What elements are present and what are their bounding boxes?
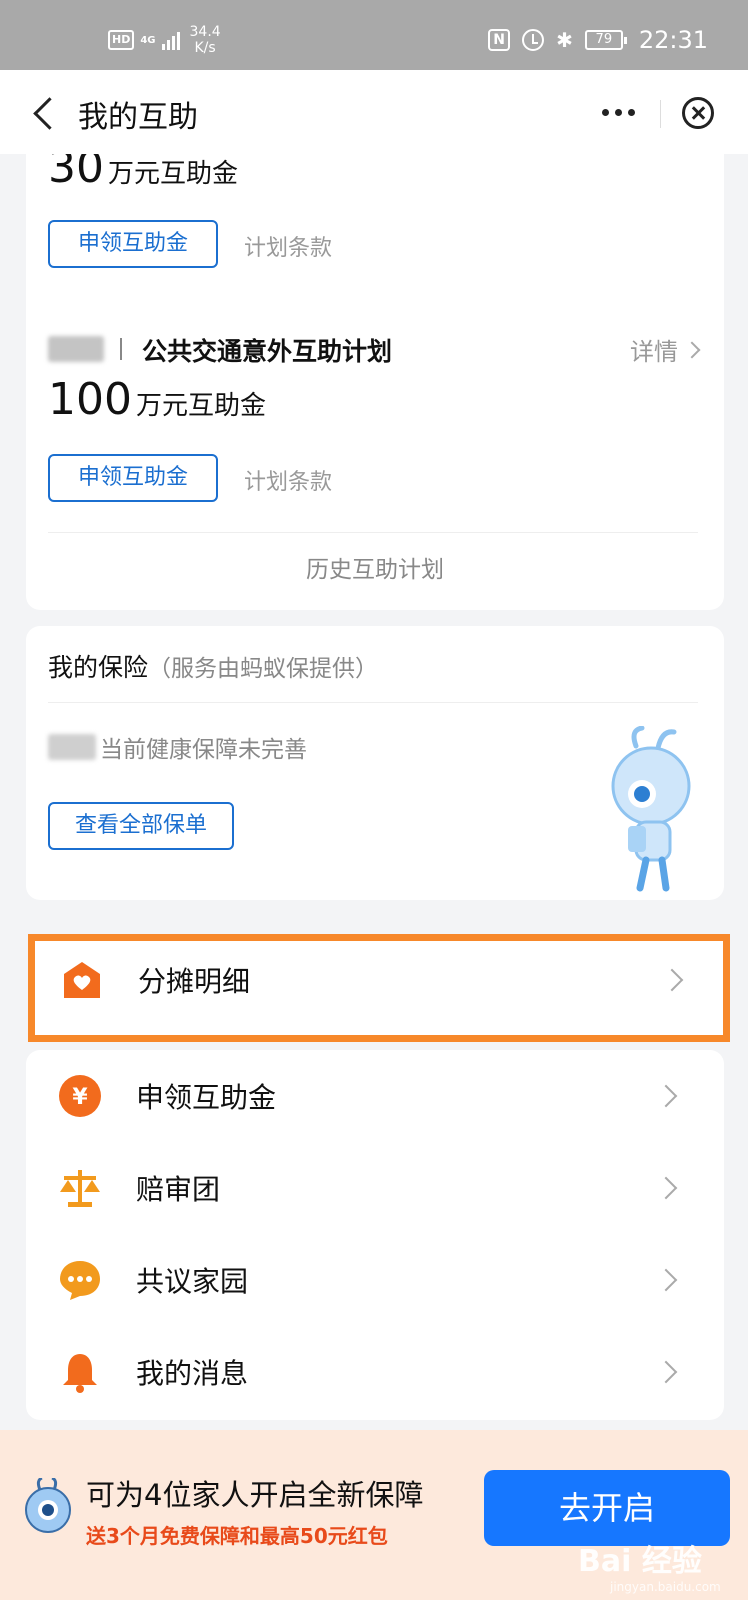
divider: [48, 532, 698, 533]
open-protection-button[interactable]: 去开启: [484, 1470, 730, 1546]
nfc-icon: N: [488, 29, 511, 51]
menu-item-jury[interactable]: 赔审团: [26, 1142, 724, 1234]
plan-terms-link[interactable]: 计划条款: [244, 464, 332, 496]
plan-amount-value: 100: [48, 374, 132, 425]
plan-amount-unit: 万元互助金: [108, 159, 239, 189]
history-plans-link[interactable]: 历史互助计划: [26, 550, 724, 584]
detail-label: 详情: [630, 338, 678, 366]
signal-icon: [161, 30, 180, 50]
baidu-watermark: Bai 经验: [578, 1544, 702, 1579]
plan-terms-link[interactable]: 计划条款: [244, 230, 332, 262]
watermark-url: jingyan.baidu.com: [610, 1580, 721, 1594]
house-heart-icon: [64, 962, 100, 998]
status-right: N ✱ 79 22:31: [488, 26, 708, 54]
blurred-name: [48, 734, 96, 760]
insurance-subtitle: （服务由蚂蚁保提供）: [148, 656, 379, 682]
page-title: 我的互助: [78, 100, 198, 135]
menu-item-share-details[interactable]: 分摊明细: [28, 934, 730, 1042]
menu-list: ¥ 申领互助金 赔审团 共议家园 我的消息: [26, 1050, 724, 1420]
banner-subtext: 送3个月免费保障和最高50元红包: [86, 1524, 388, 1548]
promo-banner: 可为4位家人开启全新保障 送3个月免费保障和最高50元红包 去开启 Bai 经验…: [0, 1430, 748, 1600]
scale-icon: [60, 1170, 100, 1207]
claim-button[interactable]: 申领互助金: [48, 220, 218, 268]
banner-headline: 可为4位家人开启全新保障: [86, 1478, 424, 1512]
bluetooth-icon: ✱: [556, 28, 573, 52]
divider: [48, 702, 698, 703]
speed-unit: K/s: [194, 40, 216, 56]
plan-amount: 100 万元互助金: [48, 374, 266, 425]
chevron-right-icon: [683, 341, 701, 358]
chevron-right-icon: [660, 968, 684, 992]
chevron-right-icon: [654, 1084, 678, 1108]
ant-mascot-icon: [611, 726, 691, 892]
chevron-right-icon: [654, 1268, 678, 1292]
bell-icon: [63, 1354, 97, 1393]
yen-coin-icon: ¥: [59, 1075, 101, 1117]
plan-name: 公共交通意外互助计划: [142, 337, 393, 366]
menu-label: 共议家园: [136, 1265, 249, 1298]
close-icon[interactable]: [682, 97, 714, 129]
plan-detail-link[interactable]: 详情: [630, 332, 701, 367]
view-all-policies-button[interactable]: 查看全部保单: [48, 802, 234, 850]
plan-header: 公共交通意外互助计划 详情: [48, 330, 701, 370]
nav-divider: [660, 100, 661, 128]
menu-label: 赔审团: [136, 1173, 221, 1206]
chevron-right-icon: [654, 1176, 678, 1200]
svg-text:¥: ¥: [72, 1085, 88, 1110]
alarm-icon: [522, 29, 545, 51]
menu-item-messages[interactable]: 我的消息: [26, 1326, 724, 1418]
network-type: 4G: [140, 34, 156, 46]
menu-label: 我的消息: [136, 1357, 249, 1390]
plans-card: 30 万元互助金 申领互助金 计划条款 公共交通意外互助计划 详情 100 万元…: [26, 130, 724, 610]
ant-mascot-icon: [25, 1478, 71, 1533]
chat-bubble-icon: [60, 1261, 100, 1300]
status-bar: HD 4G 34.4 K/s N ✱ 79 22:31: [0, 0, 748, 70]
menu-item-community[interactable]: 共议家园: [26, 1234, 724, 1326]
health-status-text: 当前健康保障未完善: [100, 737, 307, 763]
insurance-title: 我的保险（服务由蚂蚁保提供）: [48, 648, 378, 684]
menu-item-claim[interactable]: ¥ 申领互助金: [26, 1050, 724, 1142]
status-left: HD 4G 34.4 K/s: [108, 24, 221, 56]
hd-indicator: HD: [108, 30, 135, 50]
separator: [120, 338, 122, 360]
network-speed: 34.4 K/s: [190, 24, 221, 56]
menu-label: 分摊明细: [138, 965, 251, 998]
clock: 22:31: [638, 26, 708, 54]
menu-label: 申领互助金: [136, 1081, 277, 1114]
back-icon[interactable]: [30, 96, 58, 130]
more-icon[interactable]: [602, 100, 646, 124]
nav-bar: 我的互助: [0, 70, 748, 154]
chevron-right-icon: [654, 1360, 678, 1384]
claim-button[interactable]: 申领互助金: [48, 454, 218, 502]
plan-amount-unit: 万元互助金: [135, 391, 266, 421]
speed-value: 34.4: [189, 24, 221, 40]
insurance-card: 我的保险（服务由蚂蚁保提供） 当前健康保障未完善 查看全部保单: [26, 626, 724, 900]
blurred-name: [48, 336, 104, 362]
battery-icon: 79: [584, 30, 627, 50]
insurance-title-text: 我的保险: [48, 653, 149, 682]
